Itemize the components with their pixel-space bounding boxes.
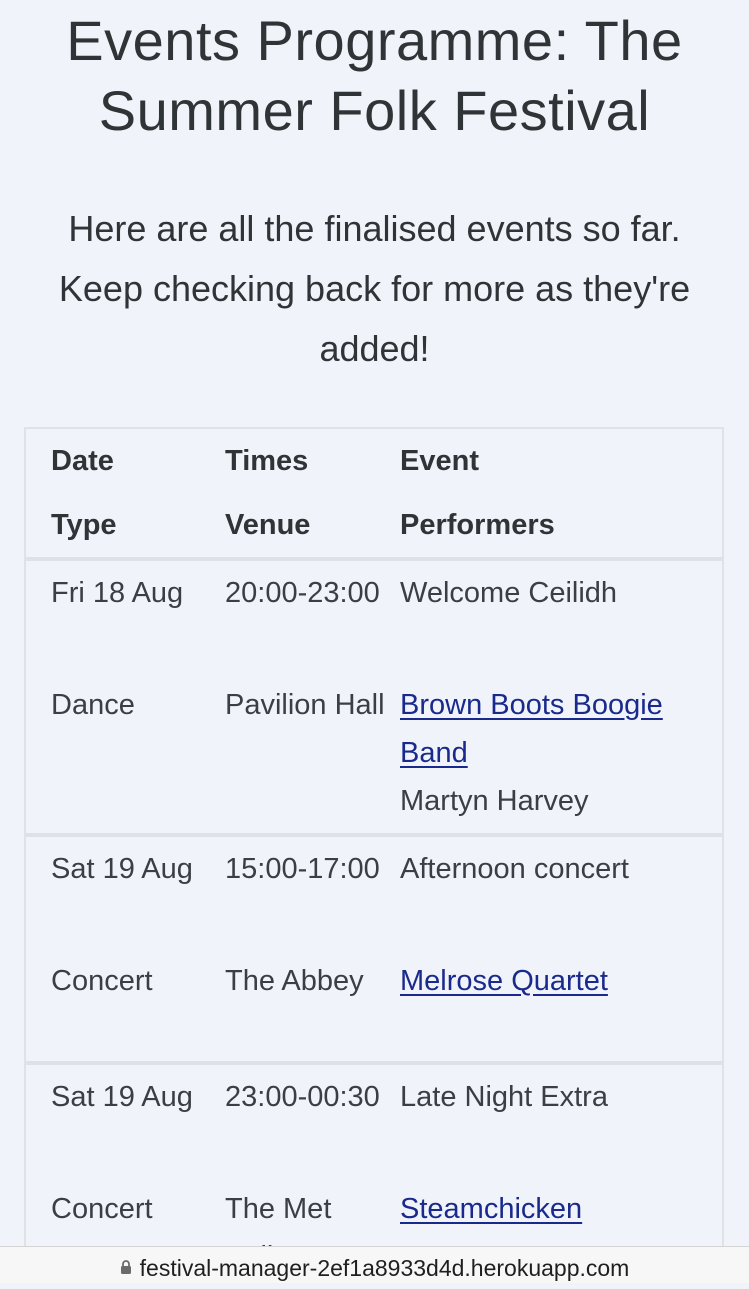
page-content: Events Programme: The Summer Folk Festiv… bbox=[0, 0, 749, 1246]
event-type: Concert bbox=[51, 965, 153, 997]
event-type: Concert bbox=[51, 1193, 153, 1225]
event-times: 20:00-23:00 bbox=[225, 577, 380, 609]
event-venue: Pavilion Hall bbox=[225, 689, 385, 721]
table-header-row: Date Times Event Type Venue Performers bbox=[26, 429, 722, 561]
performer-link[interactable]: Brown Boots Boogie Band bbox=[400, 681, 710, 777]
url-text: festival-manager-2ef1a8933d4d.herokuapp.… bbox=[139, 1255, 630, 1281]
event-venue: The Met Ballroom bbox=[225, 1193, 339, 1246]
header-performers: Performers bbox=[400, 509, 555, 541]
events-table: Date Times Event Type Venue Performers F… bbox=[24, 427, 724, 1246]
page-title: Events Programme: The Summer Folk Festiv… bbox=[66, 9, 683, 142]
event-type: Dance bbox=[51, 689, 135, 721]
header-event: Event bbox=[400, 445, 479, 477]
event-date: Sat 19 Aug bbox=[51, 1081, 193, 1113]
table-row: Sat 19 Aug 15:00-17:00 Afternoon concert… bbox=[26, 837, 722, 1065]
event-date: Fri 18 Aug bbox=[51, 577, 184, 609]
intro-text: Here are all the finalised events so far… bbox=[58, 208, 691, 369]
event-venue: The Abbey bbox=[225, 965, 364, 997]
event-name: Welcome Ceilidh bbox=[400, 577, 618, 609]
header-times: Times bbox=[225, 445, 309, 477]
event-name: Late Night Extra bbox=[400, 1081, 608, 1113]
lock-icon bbox=[120, 1260, 131, 1274]
performer-link[interactable]: Melrose Quartet bbox=[400, 957, 710, 1005]
event-performers: Melrose Quartet bbox=[400, 957, 710, 1005]
header-type: Type bbox=[51, 509, 117, 541]
browser-url-bar[interactable]: festival-manager-2ef1a8933d4d.herokuapp.… bbox=[0, 1246, 749, 1283]
event-performers: Brown Boots Boogie Band Martyn Harvey bbox=[400, 681, 710, 825]
performer-name: Martyn Harvey bbox=[400, 785, 589, 817]
event-times: 23:00-00:30 bbox=[225, 1081, 380, 1113]
event-performers: Steamchicken bbox=[400, 1185, 710, 1233]
event-name: Afternoon concert bbox=[400, 853, 629, 885]
table-row: Sat 19 Aug 23:00-00:30 Late Night Extra … bbox=[26, 1065, 722, 1246]
performer-link[interactable]: Steamchicken bbox=[400, 1185, 710, 1233]
header-venue: Venue bbox=[225, 509, 311, 541]
header-date: Date bbox=[51, 445, 114, 477]
table-row: Fri 18 Aug 20:00-23:00 Welcome Ceilidh D… bbox=[26, 561, 722, 837]
event-date: Sat 19 Aug bbox=[51, 853, 193, 885]
event-times: 15:00-17:00 bbox=[225, 853, 380, 885]
